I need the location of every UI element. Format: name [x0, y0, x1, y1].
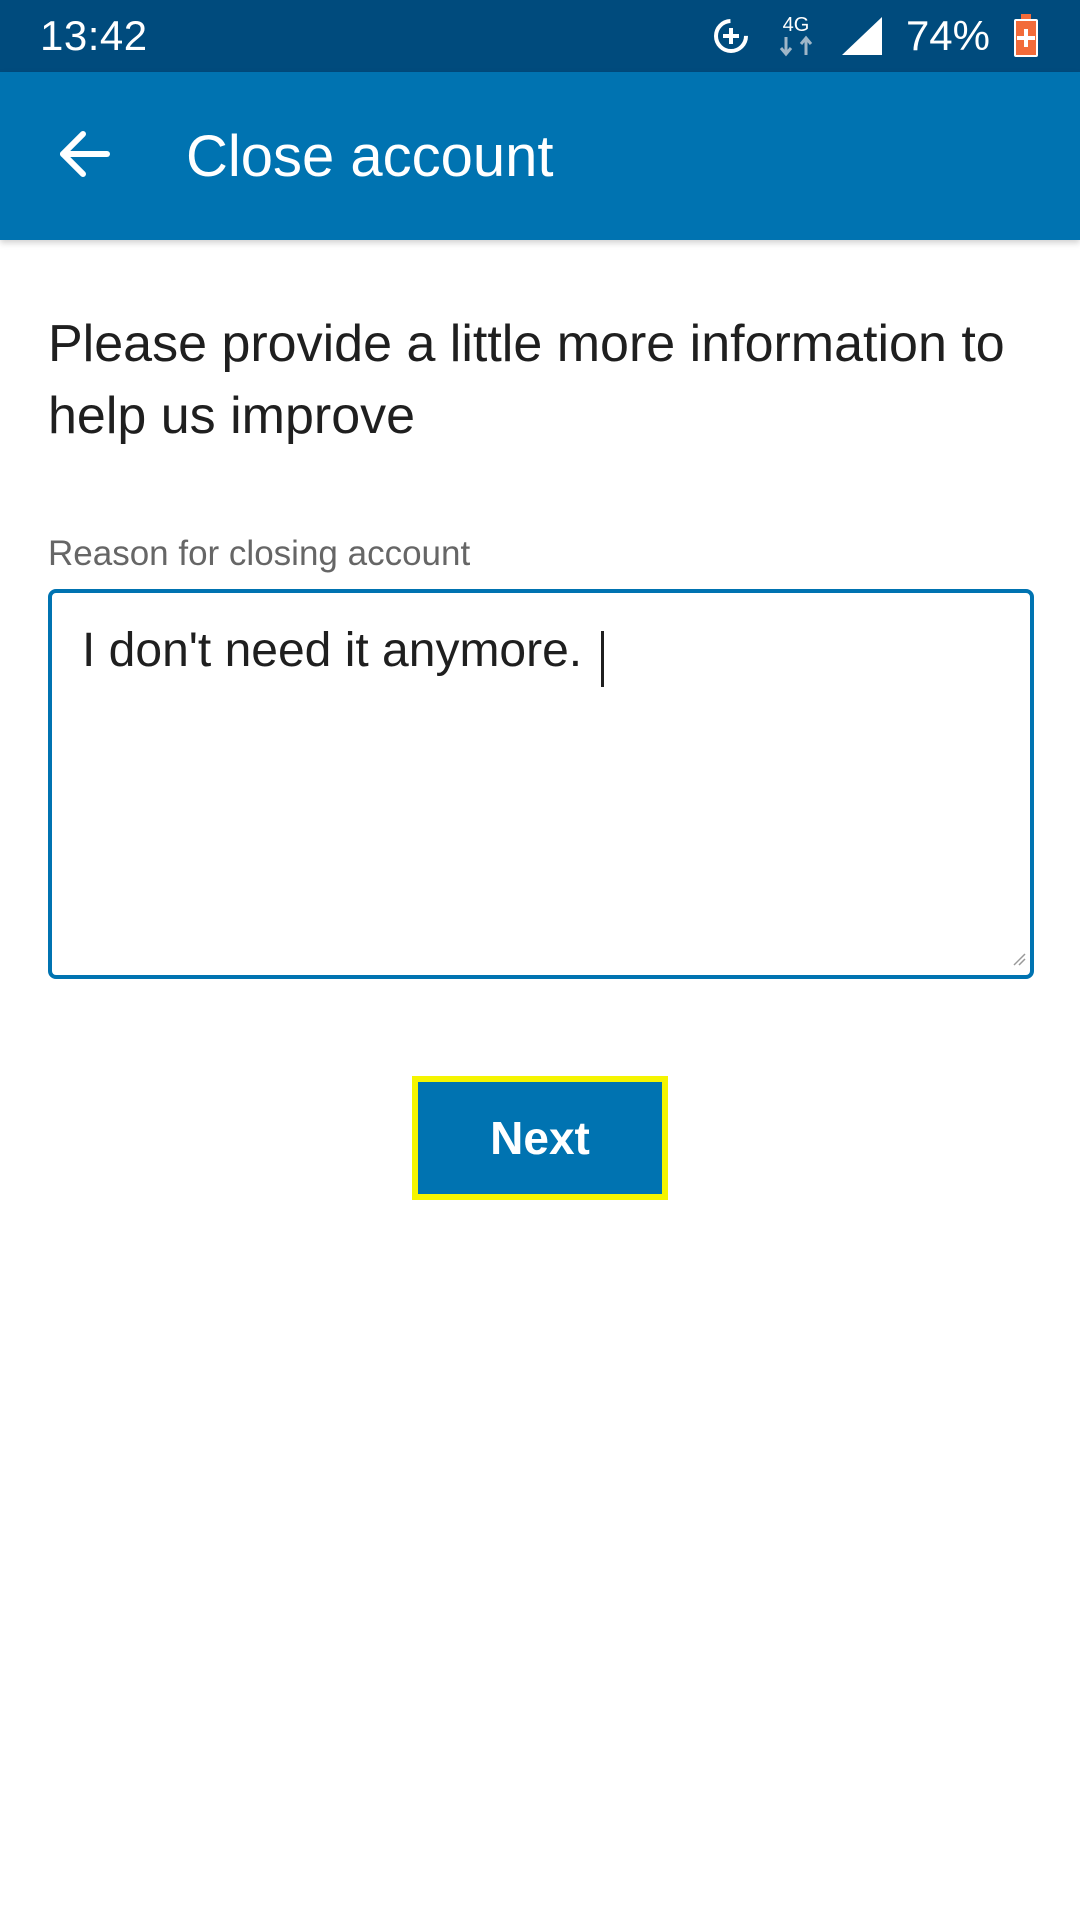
data-saver-icon: [710, 15, 752, 57]
battery-charging-icon: [1012, 14, 1040, 58]
network-4g-icon: 4G: [774, 13, 818, 59]
arrow-left-icon: [57, 126, 113, 187]
status-icons: 4G 74%: [710, 12, 1040, 60]
reason-field-label: Reason for closing account: [48, 534, 471, 573]
signal-icon: [840, 15, 884, 57]
status-time: 13:42: [40, 12, 148, 59]
close-account-form: Please provide a little more information…: [48, 240, 1034, 979]
back-button[interactable]: [30, 101, 140, 211]
instruction-text: Please provide a little more information…: [48, 315, 1005, 445]
reason-textarea[interactable]: I don't need it anymore.: [48, 589, 1034, 979]
page-title: Close account: [186, 123, 554, 189]
network-4g-label: 4G: [783, 14, 810, 36]
resize-grip-icon[interactable]: [1012, 952, 1026, 971]
next-button-highlight: Next: [412, 1076, 668, 1200]
app-bar: Close account: [0, 72, 1080, 240]
text-cursor: [601, 630, 605, 687]
battery-percentage: 74%: [905, 12, 990, 59]
next-button[interactable]: Next: [418, 1082, 662, 1194]
status-bar: 13:42 4G 74%: [0, 0, 1080, 72]
reason-text-value: I don't need it anymore.: [82, 624, 596, 677]
